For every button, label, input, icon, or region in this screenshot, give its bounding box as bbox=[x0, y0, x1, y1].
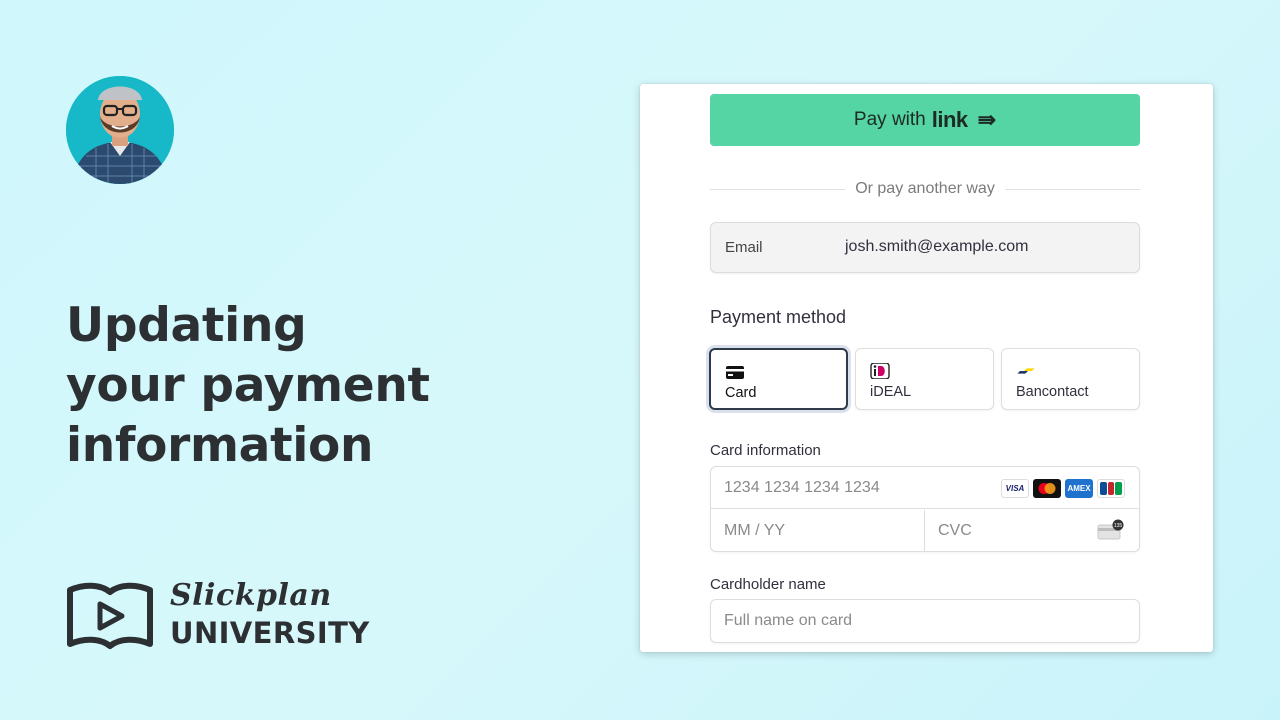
visa-icon: VISA bbox=[1001, 479, 1029, 498]
cardholder-name-input[interactable] bbox=[711, 600, 1139, 642]
checkout-panel: Pay with link ⇛ Or pay another way Email… bbox=[640, 84, 1213, 652]
cardholder-name-field[interactable] bbox=[710, 599, 1140, 643]
cvc-card-icon: 135 bbox=[1097, 519, 1124, 540]
cvc-field[interactable]: 135 bbox=[925, 510, 1139, 552]
double-arrow-icon: ⇛ bbox=[977, 107, 997, 132]
email-value: josh.smith@example.com bbox=[845, 238, 1029, 255]
tab-ideal-label: iDEAL bbox=[870, 384, 912, 400]
headline-line-2: your payment bbox=[66, 358, 430, 413]
card-info-label: Card information bbox=[710, 442, 821, 459]
divider-line bbox=[710, 188, 846, 190]
divider-line bbox=[1004, 188, 1140, 190]
cvc-hint: 135 bbox=[1114, 523, 1123, 529]
payment-method-tabs: Card iDEAL Bancontact bbox=[709, 348, 1141, 410]
pay-with-link-button[interactable]: Pay with link ⇛ bbox=[710, 94, 1140, 146]
tab-card-label: Card bbox=[725, 385, 757, 401]
card-information-group: VISA AMEX 135 bbox=[710, 466, 1140, 552]
link-brand-label: link bbox=[931, 107, 968, 132]
tab-bancontact[interactable]: Bancontact bbox=[1001, 348, 1140, 410]
page-headline: Updating your payment information bbox=[66, 296, 506, 476]
tab-card[interactable]: Card bbox=[709, 348, 848, 410]
brand-word: UNIVERSITY bbox=[170, 616, 370, 650]
ideal-icon bbox=[870, 363, 890, 379]
bancontact-icon bbox=[1017, 368, 1035, 374]
email-label: Email bbox=[725, 239, 763, 256]
expiry-input[interactable] bbox=[711, 510, 924, 552]
divider-text: Or pay another way bbox=[855, 180, 995, 197]
payment-method-title: Payment method bbox=[710, 307, 847, 327]
card-number-field[interactable]: VISA AMEX bbox=[711, 467, 1139, 509]
brand-script: Slickplan bbox=[170, 578, 332, 613]
or-divider: Or pay another way bbox=[710, 178, 1140, 200]
headline-line-3: information bbox=[66, 418, 374, 473]
tab-bancontact-label: Bancontact bbox=[1016, 384, 1089, 400]
email-field[interactable]: Email josh.smith@example.com bbox=[710, 222, 1140, 273]
headline-line-1: Updating bbox=[66, 298, 307, 353]
presenter-avatar bbox=[66, 76, 174, 184]
pay-with-label: Pay with bbox=[853, 109, 926, 130]
slickplan-university-logo: Slickplan UNIVERSITY bbox=[66, 578, 386, 658]
card-brands: VISA AMEX bbox=[1001, 479, 1125, 498]
jcb-icon bbox=[1097, 479, 1125, 498]
expiry-field[interactable] bbox=[711, 510, 925, 552]
amex-icon: AMEX bbox=[1065, 479, 1093, 498]
cardholder-label: Cardholder name bbox=[710, 576, 826, 593]
open-book-play-icon bbox=[67, 582, 153, 649]
tab-ideal[interactable]: iDEAL bbox=[855, 348, 994, 410]
card-icon bbox=[726, 366, 744, 379]
mastercard-icon bbox=[1033, 479, 1061, 498]
